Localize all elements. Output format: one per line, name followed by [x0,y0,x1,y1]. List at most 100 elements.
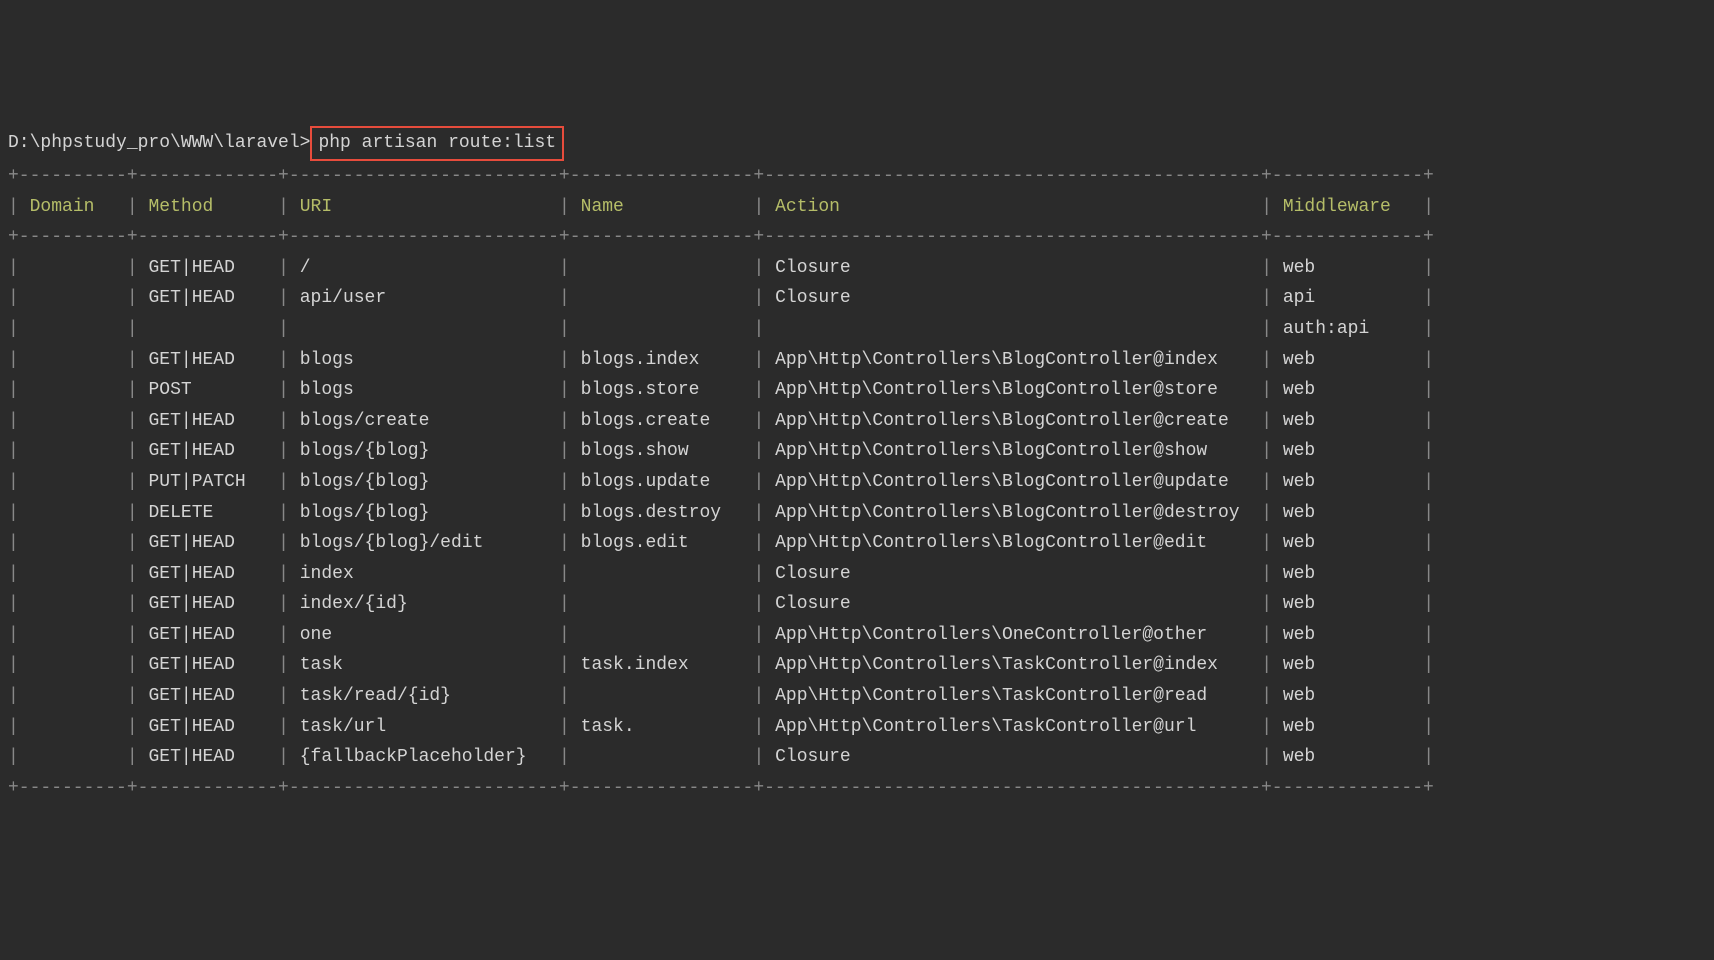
route-action: App\Http\Controllers\BlogController@upda… [775,472,1250,492]
route-uri: index/{id} [300,594,548,614]
route-uri: blogs/create [300,411,548,431]
route-name: task. [581,717,743,737]
route-domain [30,564,116,584]
route-method: GET|HEAD [148,717,267,737]
route-method: GET|HEAD [148,564,267,584]
route-action: App\Http\Controllers\BlogController@edit [775,533,1250,553]
route-middleware: web [1283,380,1413,400]
route-middleware: web [1283,441,1413,461]
route-name [581,564,743,584]
route-uri: blogs/{blog} [300,503,548,523]
route-method: GET|HEAD [148,594,267,614]
route-middleware: web [1283,686,1413,706]
route-name [581,319,743,339]
route-domain [30,258,116,278]
route-action: App\Http\Controllers\BlogController@dest… [775,503,1250,523]
route-action: App\Http\Controllers\BlogController@crea… [775,411,1250,431]
route-middleware: web [1283,411,1413,431]
route-action: App\Http\Controllers\TaskController@url [775,717,1250,737]
route-method: GET|HEAD [148,441,267,461]
route-name [581,625,743,645]
route-action: App\Http\Controllers\BlogController@inde… [775,350,1250,370]
route-middleware: web [1283,472,1413,492]
route-domain [30,717,116,737]
route-domain [30,533,116,553]
route-uri [300,319,548,339]
route-uri: {fallbackPlaceholder} [300,747,548,767]
terminal-output: D:\phpstudy_pro\WWW\laravel>php artisan … [8,126,1706,803]
route-domain [30,441,116,461]
route-method: GET|HEAD [148,747,267,767]
route-name: blogs.store [581,380,743,400]
route-name: blogs.destroy [581,503,743,523]
route-domain [30,380,116,400]
command-prompt[interactable]: D:\phpstudy_pro\WWW\laravel>php artisan … [8,133,564,153]
route-action: App\Http\Controllers\OneController@other [775,625,1250,645]
route-name [581,258,743,278]
route-middleware: auth:api [1283,319,1413,339]
route-method: GET|HEAD [148,350,267,370]
route-method: GET|HEAD [148,288,267,308]
route-uri: blogs [300,350,548,370]
route-middleware: web [1283,594,1413,614]
route-middleware: web [1283,625,1413,645]
route-uri: task/url [300,717,548,737]
route-name [581,288,743,308]
route-action: App\Http\Controllers\BlogController@stor… [775,380,1250,400]
route-domain [30,503,116,523]
route-uri: / [300,258,548,278]
route-middleware: web [1283,533,1413,553]
route-name: blogs.create [581,411,743,431]
command-text: php artisan route:list [310,126,564,161]
route-action: Closure [775,288,1250,308]
route-domain [30,411,116,431]
route-action: Closure [775,564,1250,584]
route-middleware: web [1283,717,1413,737]
route-name [581,594,743,614]
route-name: blogs.index [581,350,743,370]
route-domain [30,350,116,370]
route-domain [30,655,116,675]
route-name [581,747,743,767]
route-domain [30,686,116,706]
route-name: blogs.edit [581,533,743,553]
route-action: App\Http\Controllers\BlogController@show [775,441,1250,461]
route-method: DELETE [148,503,267,523]
route-middleware: web [1283,564,1413,584]
route-name: blogs.show [581,441,743,461]
route-middleware: web [1283,655,1413,675]
route-action [775,319,1250,339]
route-middleware: api [1283,288,1413,308]
route-uri: one [300,625,548,645]
prompt-path: D:\phpstudy_pro\WWW\laravel> [8,133,310,153]
route-method: PUT|PATCH [148,472,267,492]
route-method: GET|HEAD [148,686,267,706]
route-action: App\Http\Controllers\TaskController@read [775,686,1250,706]
route-action: App\Http\Controllers\TaskController@inde… [775,655,1250,675]
route-domain [30,625,116,645]
route-method [148,319,267,339]
route-domain [30,747,116,767]
route-domain [30,319,116,339]
route-uri: blogs/{blog} [300,441,548,461]
route-uri: blogs/{blog}/edit [300,533,548,553]
route-method: GET|HEAD [148,411,267,431]
route-name: task.index [581,655,743,675]
route-middleware: web [1283,258,1413,278]
route-uri: api/user [300,288,548,308]
route-uri: task/read/{id} [300,686,548,706]
route-uri: index [300,564,548,584]
route-uri: blogs [300,380,548,400]
route-method: GET|HEAD [148,625,267,645]
route-action: Closure [775,594,1250,614]
route-name [581,686,743,706]
route-action: Closure [775,747,1250,767]
route-uri: blogs/{blog} [300,472,548,492]
route-method: GET|HEAD [148,533,267,553]
route-name: blogs.update [581,472,743,492]
route-domain [30,288,116,308]
route-uri: task [300,655,548,675]
route-middleware: web [1283,747,1413,767]
route-method: GET|HEAD [148,655,267,675]
route-middleware: web [1283,350,1413,370]
